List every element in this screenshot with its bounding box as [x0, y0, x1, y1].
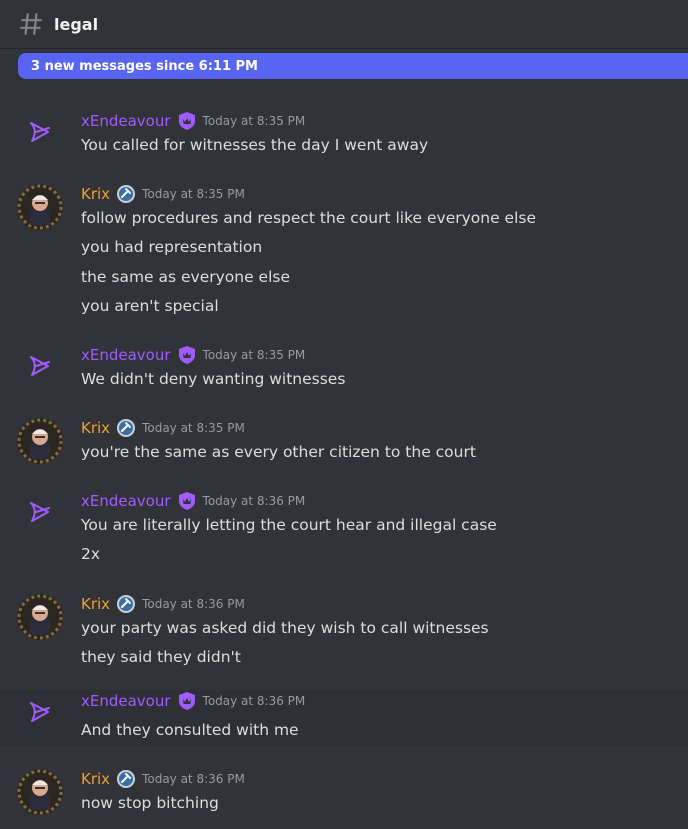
message-header: Krix Today at 8:35 PM	[81, 417, 245, 439]
gavel-badge-icon[interactable]	[116, 184, 136, 204]
krix-avatar[interactable]	[16, 768, 64, 816]
hash-icon	[20, 13, 42, 35]
krix-avatar[interactable]	[16, 183, 64, 231]
timestamp[interactable]: Today at 8:36 PM	[142, 772, 245, 786]
message-header: xEndeavour Today at 8:35 PM	[81, 110, 305, 132]
channel-header: legal	[0, 0, 688, 48]
message-text: now stop bitching	[81, 794, 219, 812]
message-header: Krix Today at 8:36 PM	[81, 768, 245, 790]
message-text: You called for witnesses the day I went …	[81, 136, 429, 154]
username[interactable]: xEndeavour	[81, 692, 171, 710]
shield-crown-icon[interactable]	[177, 111, 197, 131]
timestamp[interactable]: Today at 8:36 PM	[142, 597, 245, 611]
message-header: xEndeavour Today at 8:36 PM	[81, 690, 305, 712]
message-text: And they consulted with me	[81, 721, 299, 739]
message-header: xEndeavour Today at 8:35 PM	[81, 344, 305, 366]
username[interactable]: xEndeavour	[81, 112, 171, 130]
krix-avatar[interactable]	[16, 417, 64, 465]
timestamp[interactable]: Today at 8:35 PM	[203, 114, 306, 128]
bow-avatar-icon[interactable]	[24, 696, 56, 728]
timestamp[interactable]: Today at 8:35 PM	[142, 421, 245, 435]
username[interactable]: Krix	[81, 419, 110, 437]
gavel-badge-icon[interactable]	[116, 594, 136, 614]
message-header: Krix Today at 8:35 PM	[81, 183, 245, 205]
message-text: You are literally letting the court hear…	[81, 516, 497, 534]
message-header: Krix Today at 8:36 PM	[81, 593, 245, 615]
timestamp[interactable]: Today at 8:35 PM	[203, 348, 306, 362]
shield-crown-icon[interactable]	[177, 345, 197, 365]
username[interactable]: Krix	[81, 185, 110, 203]
new-messages-bar[interactable]: 3 new messages since 6:11 PM	[18, 53, 688, 79]
shield-crown-icon[interactable]	[177, 491, 197, 511]
message-text: your party was asked did they wish to ca…	[81, 619, 489, 637]
timestamp[interactable]: Today at 8:36 PM	[203, 694, 306, 708]
message-text: the same as everyone else	[81, 268, 291, 286]
bow-avatar-icon[interactable]	[24, 350, 56, 382]
gavel-badge-icon[interactable]	[116, 418, 136, 438]
timestamp[interactable]: Today at 8:36 PM	[203, 494, 306, 508]
username[interactable]: xEndeavour	[81, 492, 171, 510]
message-text: you aren't special	[81, 297, 219, 315]
bow-avatar-icon[interactable]	[24, 116, 56, 148]
channel-name: legal	[54, 14, 99, 34]
shield-crown-icon[interactable]	[177, 691, 197, 711]
timestamp[interactable]: Today at 8:35 PM	[142, 187, 245, 201]
message-text: you're the same as every other citizen t…	[81, 443, 476, 461]
message-text: follow procedures and respect the court …	[81, 209, 537, 227]
message-header: xEndeavour Today at 8:36 PM	[81, 490, 305, 512]
message-text: they said they didn't	[81, 648, 241, 666]
message-text: 2x	[81, 545, 101, 563]
bow-avatar-icon[interactable]	[24, 496, 56, 528]
username[interactable]: Krix	[81, 770, 110, 788]
krix-avatar[interactable]	[16, 593, 64, 641]
message-text: We didn't deny wanting witnesses	[81, 370, 346, 388]
new-messages-label: 3 new messages since 6:11 PM	[31, 58, 258, 74]
gavel-badge-icon[interactable]	[116, 769, 136, 789]
message-text: you had representation	[81, 238, 263, 256]
username[interactable]: xEndeavour	[81, 346, 171, 364]
username[interactable]: Krix	[81, 595, 110, 613]
